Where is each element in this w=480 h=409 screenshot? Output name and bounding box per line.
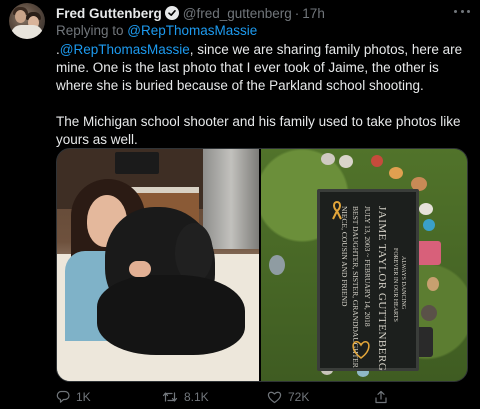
plaque-line-top1: ALWAYS DANCING <box>400 256 406 310</box>
share-action[interactable] <box>374 390 388 404</box>
author-name[interactable]: Fred Guttenberg <box>56 6 162 21</box>
retweet-action[interactable]: 8.1K <box>162 390 209 404</box>
like-count: 72K <box>288 390 310 404</box>
hearts-icon <box>352 341 370 359</box>
ribbon-icon <box>332 200 342 220</box>
tweet-header: Fred Guttenberg @fred_guttenberg · 17h <box>56 4 470 22</box>
replying-to-mention[interactable]: @RepThomasMassie <box>127 23 257 38</box>
replying-to-label: Replying to <box>56 23 128 38</box>
reply-action[interactable]: 1K <box>56 390 91 404</box>
tweet-actions: 1K 8.1K 72K <box>56 388 466 406</box>
tweet-timestamp[interactable]: 17h <box>302 6 325 21</box>
plaque-line-top2: FOREVER IN OUR HEARTS <box>392 248 398 322</box>
tweet: Fred Guttenberg @fred_guttenberg · 17h R… <box>0 0 480 409</box>
author-handle[interactable]: @fred_guttenberg <box>183 6 292 21</box>
reply-count: 1K <box>76 390 91 404</box>
tweet-text: .@RepThomasMassie, since we are sharing … <box>56 41 471 149</box>
retweet-count: 8.1K <box>184 390 209 404</box>
retweet-icon <box>162 392 178 402</box>
plaque-line-name: JAIME TAYLOR GUTTENBERG <box>376 206 388 372</box>
verified-badge-icon <box>164 6 179 20</box>
like-icon <box>267 391 282 404</box>
photo-memorial-plaque[interactable]: ALWAYS DANCING FOREVER IN OUR HEARTS JAI… <box>261 149 467 381</box>
media-grid: ALWAYS DANCING FOREVER IN OUR HEARTS JAI… <box>56 148 468 382</box>
replying-to: Replying to @RepThomasMassie <box>56 23 257 38</box>
reply-icon <box>56 390 70 403</box>
author-avatar[interactable] <box>9 3 45 39</box>
like-action[interactable]: 72K <box>267 390 309 404</box>
photo-girl-with-dog[interactable] <box>57 149 259 381</box>
tweet-paragraph-1: .@RepThomasMassie, since we are sharing … <box>56 41 471 95</box>
plaque-line-family2: NIECE, COUSIN AND FRIEND <box>340 206 349 307</box>
plaque-line-dates: JULY 13, 2003 ~ FEBRUARY 14, 2018 <box>363 206 372 327</box>
header-separator: · <box>294 5 300 21</box>
tweet-paragraph-2: The Michigan school shooter and his fami… <box>56 114 461 147</box>
more-options-icon[interactable] <box>454 6 470 16</box>
memorial-plaque: ALWAYS DANCING FOREVER IN OUR HEARTS JAI… <box>317 189 419 371</box>
tweet-mention[interactable]: @RepThomasMassie <box>60 42 190 57</box>
share-icon <box>375 390 387 404</box>
